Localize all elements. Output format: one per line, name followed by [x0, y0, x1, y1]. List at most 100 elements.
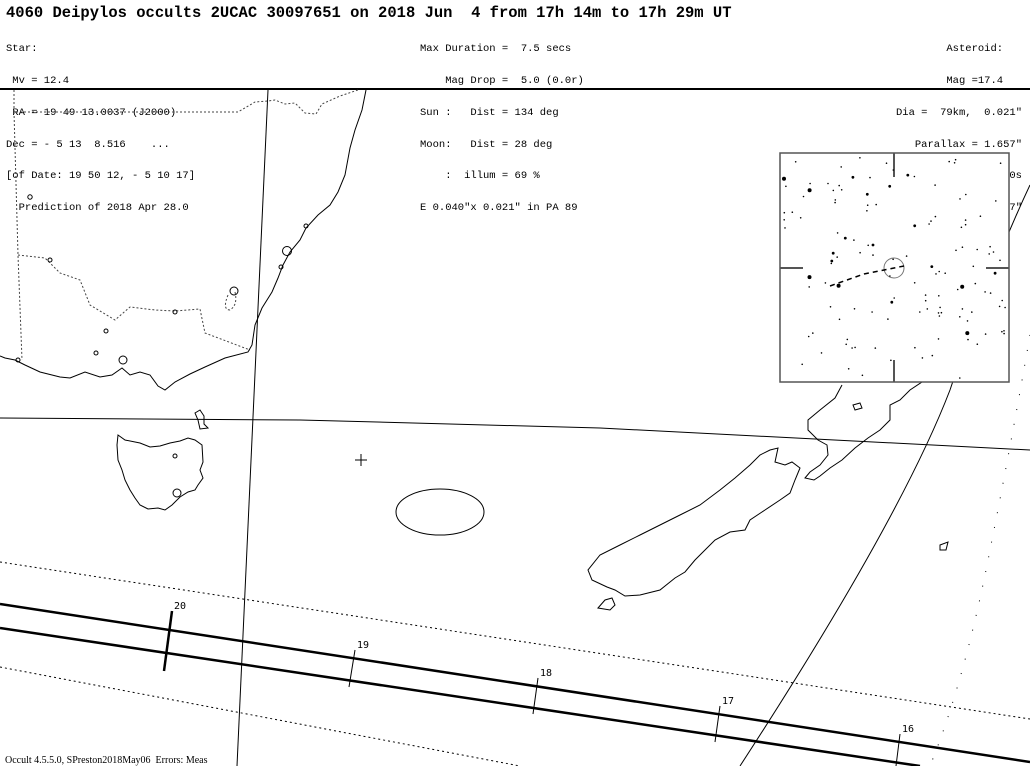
finder-star: [871, 243, 875, 247]
finder-star: [887, 318, 889, 320]
finder-star: [807, 275, 812, 280]
finder-star: [939, 306, 941, 309]
finder-star: [1001, 330, 1003, 333]
finder-star: [937, 312, 940, 314]
error-ellipse-shape: [395, 488, 485, 536]
finder-star: [824, 282, 827, 284]
finder-star: [782, 176, 786, 181]
finder-star: [914, 346, 916, 349]
finder-star: [979, 215, 982, 217]
finder-star: [845, 343, 847, 346]
finder-star: [830, 259, 834, 263]
finder-star: [992, 251, 995, 253]
finder-star: [838, 184, 840, 187]
finder-star: [831, 251, 835, 255]
finder-star: [984, 333, 987, 335]
finder-star: [892, 169, 895, 171]
city-marker: [172, 453, 178, 459]
finder-star: [827, 182, 829, 185]
state-border-sa: [13, 111, 23, 361]
finder-star: [919, 311, 921, 313]
time-tick-label: 17: [722, 696, 734, 707]
finder-star: [866, 204, 869, 206]
finder-star: [889, 275, 891, 277]
finder-star: [938, 270, 940, 273]
finder-star: [820, 352, 823, 354]
finder-star: [960, 284, 965, 289]
city-marker-sydney: [282, 246, 292, 256]
time-tick-label: 18: [540, 668, 552, 679]
time-tick-label: 19: [357, 640, 369, 651]
finder-star: [999, 259, 1001, 262]
finder-star: [959, 377, 961, 379]
finder-star: [865, 192, 869, 196]
finder-star: [906, 173, 910, 177]
finder-star: [976, 248, 978, 251]
finder-star: [840, 166, 842, 168]
finder-star: [965, 331, 970, 336]
finder-star: [838, 318, 841, 321]
time-tick: [895, 733, 901, 766]
finder-star: [859, 157, 861, 159]
finder-star: [851, 175, 855, 179]
finder-star: [872, 254, 874, 256]
finder-star: [964, 223, 967, 226]
finder-star: [993, 271, 997, 275]
finder-star: [829, 306, 832, 308]
city-marker-melbourne: [118, 355, 128, 365]
finder-star: [866, 210, 868, 212]
path-sigma-limit-north: [0, 561, 1030, 720]
finder-star: [959, 198, 961, 200]
finder-star: [930, 220, 932, 222]
finder-star: [875, 203, 877, 206]
finder-star: [807, 188, 812, 193]
finder-star: [959, 316, 961, 318]
time-tick-label: 20: [174, 601, 186, 612]
finder-star: [859, 251, 861, 254]
footer-credits: Occult 4.5.5.0, SPreston2018May06 Errors…: [5, 755, 208, 766]
finder-star: [971, 311, 973, 313]
finder-star: [1001, 299, 1003, 302]
finder-star: [964, 219, 967, 221]
nz-small-island: [852, 402, 863, 411]
finder-star: [984, 291, 986, 293]
finder-star: [801, 363, 803, 366]
time-tick: [162, 610, 174, 672]
finder-star: [791, 211, 794, 213]
finder-star: [799, 217, 802, 219]
finder-star: [995, 200, 997, 202]
substar-point-cross: [355, 454, 367, 466]
finder-star: [988, 253, 990, 255]
finder-star: [812, 332, 814, 334]
state-border-nsw-qld: [13, 89, 359, 115]
finder-star: [802, 195, 805, 198]
finder-star: [930, 265, 934, 268]
finder-star: [966, 320, 969, 322]
stewart-island: [597, 597, 616, 611]
city-marker-canberra: [229, 286, 239, 296]
path-sigma-limit-south: [0, 666, 521, 766]
finder-star: [938, 315, 941, 317]
finder-star: [926, 308, 929, 310]
finder-star: [836, 232, 839, 234]
city-marker: [47, 257, 53, 263]
finder-star: [989, 292, 992, 294]
finder-star: [834, 201, 836, 204]
time-ticks: 20 19 18 17 16: [162, 601, 914, 766]
time-tick-label: 16: [902, 724, 914, 735]
finder-star: [999, 162, 1002, 164]
finder-star: [885, 162, 888, 164]
finder-star: [921, 357, 924, 359]
finder-star: [890, 359, 892, 362]
finder-star: [1004, 306, 1006, 309]
finder-star: [940, 311, 943, 314]
state-border-nsw-vic: [17, 254, 251, 351]
chatham-island: [939, 541, 949, 551]
finder-star: [853, 239, 855, 241]
finder-star: [867, 244, 869, 247]
finder-star: [948, 160, 950, 163]
finder-star: [784, 227, 786, 229]
finder-star: [1003, 330, 1005, 332]
path-edge-north: [0, 602, 1030, 764]
finder-star: [974, 282, 977, 285]
